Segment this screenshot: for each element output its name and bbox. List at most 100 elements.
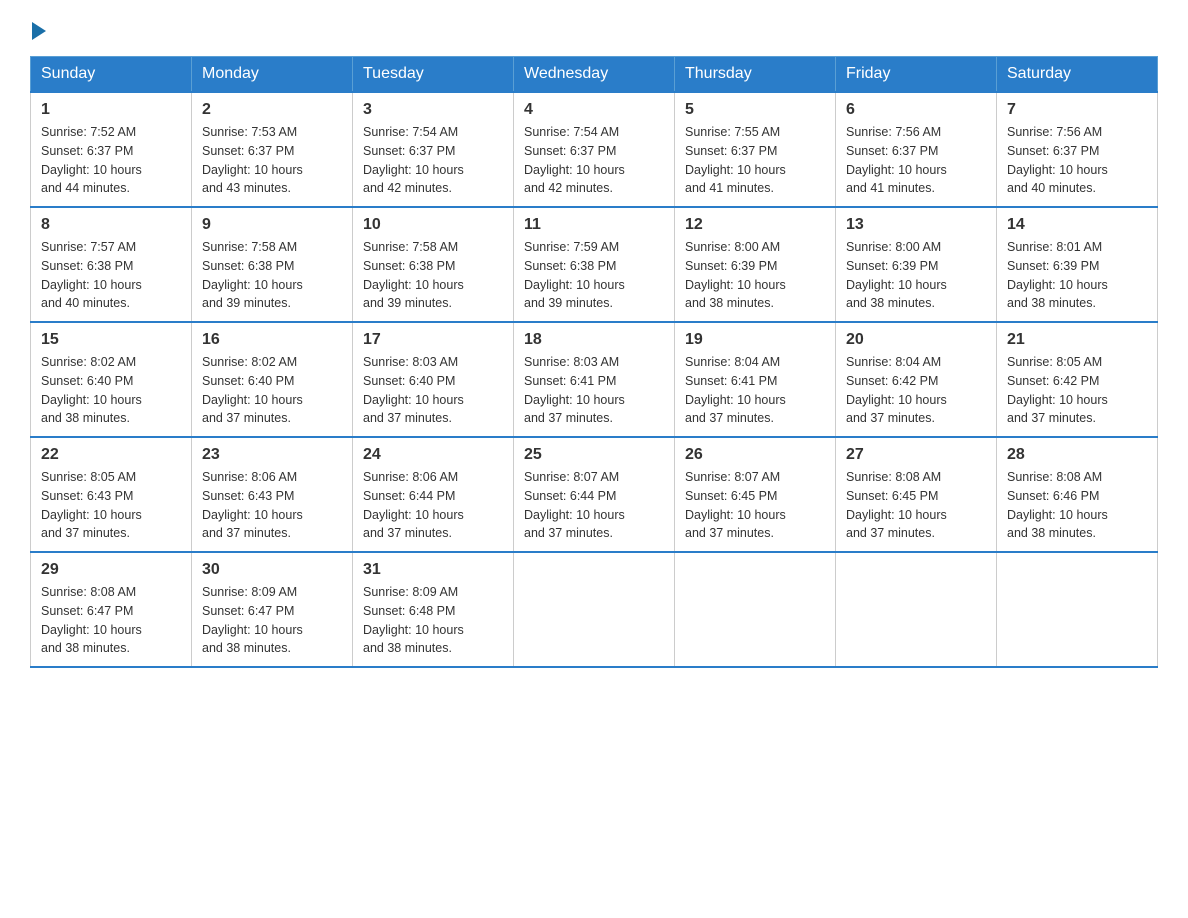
day-number: 20 bbox=[846, 331, 986, 349]
day-info: Sunrise: 8:07 AM Sunset: 6:44 PM Dayligh… bbox=[524, 468, 664, 543]
calendar-cell: 14 Sunrise: 8:01 AM Sunset: 6:39 PM Dayl… bbox=[997, 207, 1158, 322]
calendar-cell: 1 Sunrise: 7:52 AM Sunset: 6:37 PM Dayli… bbox=[31, 92, 192, 207]
day-number: 12 bbox=[685, 216, 825, 234]
calendar-cell: 25 Sunrise: 8:07 AM Sunset: 6:44 PM Dayl… bbox=[514, 437, 675, 552]
calendar-cell: 28 Sunrise: 8:08 AM Sunset: 6:46 PM Dayl… bbox=[997, 437, 1158, 552]
day-number: 3 bbox=[363, 101, 503, 119]
day-number: 18 bbox=[524, 331, 664, 349]
day-number: 15 bbox=[41, 331, 181, 349]
logo bbox=[30, 20, 46, 36]
day-info: Sunrise: 8:05 AM Sunset: 6:42 PM Dayligh… bbox=[1007, 353, 1147, 428]
day-info: Sunrise: 8:07 AM Sunset: 6:45 PM Dayligh… bbox=[685, 468, 825, 543]
day-info: Sunrise: 8:06 AM Sunset: 6:43 PM Dayligh… bbox=[202, 468, 342, 543]
day-info: Sunrise: 8:00 AM Sunset: 6:39 PM Dayligh… bbox=[846, 238, 986, 313]
day-number: 26 bbox=[685, 446, 825, 464]
day-number: 4 bbox=[524, 101, 664, 119]
day-info: Sunrise: 8:05 AM Sunset: 6:43 PM Dayligh… bbox=[41, 468, 181, 543]
day-number: 19 bbox=[685, 331, 825, 349]
day-info: Sunrise: 8:00 AM Sunset: 6:39 PM Dayligh… bbox=[685, 238, 825, 313]
day-number: 29 bbox=[41, 561, 181, 579]
day-info: Sunrise: 8:02 AM Sunset: 6:40 PM Dayligh… bbox=[202, 353, 342, 428]
day-info: Sunrise: 7:54 AM Sunset: 6:37 PM Dayligh… bbox=[363, 123, 503, 198]
calendar-cell: 12 Sunrise: 8:00 AM Sunset: 6:39 PM Dayl… bbox=[675, 207, 836, 322]
day-number: 14 bbox=[1007, 216, 1147, 234]
calendar-cell: 13 Sunrise: 8:00 AM Sunset: 6:39 PM Dayl… bbox=[836, 207, 997, 322]
day-info: Sunrise: 8:09 AM Sunset: 6:47 PM Dayligh… bbox=[202, 583, 342, 658]
day-number: 5 bbox=[685, 101, 825, 119]
calendar-cell: 31 Sunrise: 8:09 AM Sunset: 6:48 PM Dayl… bbox=[353, 552, 514, 667]
day-number: 30 bbox=[202, 561, 342, 579]
day-info: Sunrise: 8:09 AM Sunset: 6:48 PM Dayligh… bbox=[363, 583, 503, 658]
calendar-cell: 5 Sunrise: 7:55 AM Sunset: 6:37 PM Dayli… bbox=[675, 92, 836, 207]
calendar-cell: 7 Sunrise: 7:56 AM Sunset: 6:37 PM Dayli… bbox=[997, 92, 1158, 207]
calendar-week-5: 29 Sunrise: 8:08 AM Sunset: 6:47 PM Dayl… bbox=[31, 552, 1158, 667]
calendar-cell: 19 Sunrise: 8:04 AM Sunset: 6:41 PM Dayl… bbox=[675, 322, 836, 437]
calendar-cell: 6 Sunrise: 7:56 AM Sunset: 6:37 PM Dayli… bbox=[836, 92, 997, 207]
day-info: Sunrise: 7:57 AM Sunset: 6:38 PM Dayligh… bbox=[41, 238, 181, 313]
calendar-cell: 27 Sunrise: 8:08 AM Sunset: 6:45 PM Dayl… bbox=[836, 437, 997, 552]
day-info: Sunrise: 8:08 AM Sunset: 6:45 PM Dayligh… bbox=[846, 468, 986, 543]
logo-arrow-icon bbox=[32, 22, 46, 40]
day-number: 6 bbox=[846, 101, 986, 119]
calendar-week-3: 15 Sunrise: 8:02 AM Sunset: 6:40 PM Dayl… bbox=[31, 322, 1158, 437]
header-wednesday: Wednesday bbox=[514, 57, 675, 93]
calendar-table: SundayMondayTuesdayWednesdayThursdayFrid… bbox=[30, 56, 1158, 668]
calendar-cell: 22 Sunrise: 8:05 AM Sunset: 6:43 PM Dayl… bbox=[31, 437, 192, 552]
day-info: Sunrise: 8:04 AM Sunset: 6:42 PM Dayligh… bbox=[846, 353, 986, 428]
calendar-cell bbox=[836, 552, 997, 667]
logo-block bbox=[30, 20, 46, 36]
day-info: Sunrise: 8:08 AM Sunset: 6:46 PM Dayligh… bbox=[1007, 468, 1147, 543]
calendar-cell: 26 Sunrise: 8:07 AM Sunset: 6:45 PM Dayl… bbox=[675, 437, 836, 552]
calendar-cell: 21 Sunrise: 8:05 AM Sunset: 6:42 PM Dayl… bbox=[997, 322, 1158, 437]
day-number: 1 bbox=[41, 101, 181, 119]
calendar-cell: 8 Sunrise: 7:57 AM Sunset: 6:38 PM Dayli… bbox=[31, 207, 192, 322]
day-number: 25 bbox=[524, 446, 664, 464]
calendar-cell: 29 Sunrise: 8:08 AM Sunset: 6:47 PM Dayl… bbox=[31, 552, 192, 667]
day-info: Sunrise: 7:58 AM Sunset: 6:38 PM Dayligh… bbox=[363, 238, 503, 313]
calendar-cell: 20 Sunrise: 8:04 AM Sunset: 6:42 PM Dayl… bbox=[836, 322, 997, 437]
header-thursday: Thursday bbox=[675, 57, 836, 93]
calendar-cell: 3 Sunrise: 7:54 AM Sunset: 6:37 PM Dayli… bbox=[353, 92, 514, 207]
calendar-cell: 15 Sunrise: 8:02 AM Sunset: 6:40 PM Dayl… bbox=[31, 322, 192, 437]
page-header bbox=[30, 20, 1158, 36]
day-info: Sunrise: 7:59 AM Sunset: 6:38 PM Dayligh… bbox=[524, 238, 664, 313]
day-info: Sunrise: 8:03 AM Sunset: 6:41 PM Dayligh… bbox=[524, 353, 664, 428]
calendar-header-row: SundayMondayTuesdayWednesdayThursdayFrid… bbox=[31, 57, 1158, 93]
header-monday: Monday bbox=[192, 57, 353, 93]
calendar-cell: 4 Sunrise: 7:54 AM Sunset: 6:37 PM Dayli… bbox=[514, 92, 675, 207]
calendar-cell bbox=[675, 552, 836, 667]
calendar-cell: 16 Sunrise: 8:02 AM Sunset: 6:40 PM Dayl… bbox=[192, 322, 353, 437]
day-number: 9 bbox=[202, 216, 342, 234]
day-number: 21 bbox=[1007, 331, 1147, 349]
day-info: Sunrise: 7:53 AM Sunset: 6:37 PM Dayligh… bbox=[202, 123, 342, 198]
day-info: Sunrise: 7:58 AM Sunset: 6:38 PM Dayligh… bbox=[202, 238, 342, 313]
day-info: Sunrise: 7:54 AM Sunset: 6:37 PM Dayligh… bbox=[524, 123, 664, 198]
calendar-cell: 23 Sunrise: 8:06 AM Sunset: 6:43 PM Dayl… bbox=[192, 437, 353, 552]
day-number: 16 bbox=[202, 331, 342, 349]
day-info: Sunrise: 8:06 AM Sunset: 6:44 PM Dayligh… bbox=[363, 468, 503, 543]
day-number: 11 bbox=[524, 216, 664, 234]
header-friday: Friday bbox=[836, 57, 997, 93]
day-number: 13 bbox=[846, 216, 986, 234]
day-number: 7 bbox=[1007, 101, 1147, 119]
header-sunday: Sunday bbox=[31, 57, 192, 93]
day-number: 10 bbox=[363, 216, 503, 234]
calendar-week-4: 22 Sunrise: 8:05 AM Sunset: 6:43 PM Dayl… bbox=[31, 437, 1158, 552]
calendar-cell: 30 Sunrise: 8:09 AM Sunset: 6:47 PM Dayl… bbox=[192, 552, 353, 667]
day-number: 24 bbox=[363, 446, 503, 464]
day-info: Sunrise: 7:55 AM Sunset: 6:37 PM Dayligh… bbox=[685, 123, 825, 198]
calendar-cell: 24 Sunrise: 8:06 AM Sunset: 6:44 PM Dayl… bbox=[353, 437, 514, 552]
day-number: 2 bbox=[202, 101, 342, 119]
day-info: Sunrise: 7:56 AM Sunset: 6:37 PM Dayligh… bbox=[846, 123, 986, 198]
calendar-week-2: 8 Sunrise: 7:57 AM Sunset: 6:38 PM Dayli… bbox=[31, 207, 1158, 322]
day-number: 27 bbox=[846, 446, 986, 464]
day-number: 22 bbox=[41, 446, 181, 464]
header-saturday: Saturday bbox=[997, 57, 1158, 93]
calendar-cell: 11 Sunrise: 7:59 AM Sunset: 6:38 PM Dayl… bbox=[514, 207, 675, 322]
calendar-cell: 9 Sunrise: 7:58 AM Sunset: 6:38 PM Dayli… bbox=[192, 207, 353, 322]
day-number: 23 bbox=[202, 446, 342, 464]
day-info: Sunrise: 7:52 AM Sunset: 6:37 PM Dayligh… bbox=[41, 123, 181, 198]
day-info: Sunrise: 8:04 AM Sunset: 6:41 PM Dayligh… bbox=[685, 353, 825, 428]
calendar-cell: 17 Sunrise: 8:03 AM Sunset: 6:40 PM Dayl… bbox=[353, 322, 514, 437]
day-number: 8 bbox=[41, 216, 181, 234]
